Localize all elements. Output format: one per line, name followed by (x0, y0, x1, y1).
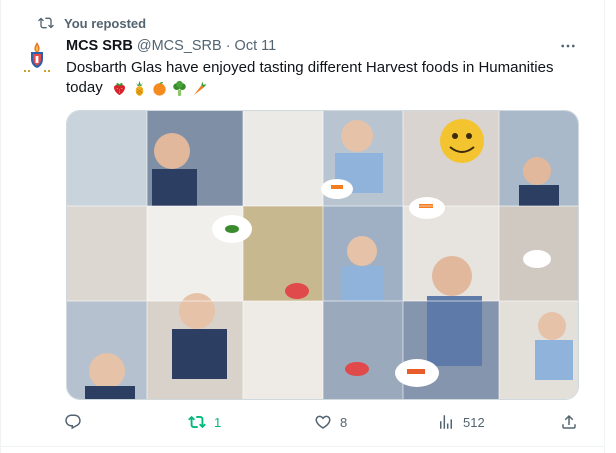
orange-emoji (153, 81, 166, 96)
reply-button[interactable] (64, 410, 90, 434)
author-handle[interactable]: @MCS_SRB (137, 38, 222, 54)
photo-collage (67, 111, 578, 399)
views-icon (440, 415, 452, 429)
more-icon (561, 44, 575, 48)
more-options-button[interactable] (556, 38, 580, 54)
repost-count: 1 (214, 414, 222, 430)
repost-icon (38, 17, 54, 29)
repost-banner[interactable]: You reposted (38, 15, 146, 31)
tweet-header: MCS SRB @MCS_SRB · Oct 11 (66, 37, 276, 55)
timeline-left-border (0, 0, 1, 453)
strawberry-emoji (113, 82, 125, 95)
tweet-text-block: Dosbarth Glas have enjoyed tasting diffe… (66, 58, 586, 98)
tweet-photo[interactable] (66, 110, 579, 400)
school-logo-icon (17, 37, 57, 77)
carrot-emoji (193, 80, 207, 95)
timeline-right-border (604, 0, 605, 453)
header-separator: · (225, 38, 231, 54)
avatar[interactable] (17, 37, 57, 77)
tweet-divider (0, 446, 605, 447)
share-button[interactable] (560, 410, 586, 434)
heart-icon (315, 415, 331, 429)
emoji-row (111, 80, 211, 97)
tweet-actions-bar: 1 8 512 (0, 410, 605, 434)
pineapple-emoji (135, 80, 144, 96)
repost-banner-text: You reposted (64, 15, 147, 31)
like-count: 8 (340, 414, 348, 430)
broccoli-emoji (173, 80, 186, 96)
views-count: 512 (463, 414, 485, 430)
share-icon (562, 414, 576, 429)
views-button[interactable]: 512 (437, 410, 485, 434)
like-button[interactable]: 8 (314, 410, 347, 434)
repost-button[interactable]: 1 (188, 410, 221, 434)
author-name[interactable]: MCS SRB (66, 38, 133, 54)
repost-icon (188, 415, 206, 429)
reply-icon (65, 414, 81, 430)
tweet-date[interactable]: Oct 11 (235, 38, 277, 54)
